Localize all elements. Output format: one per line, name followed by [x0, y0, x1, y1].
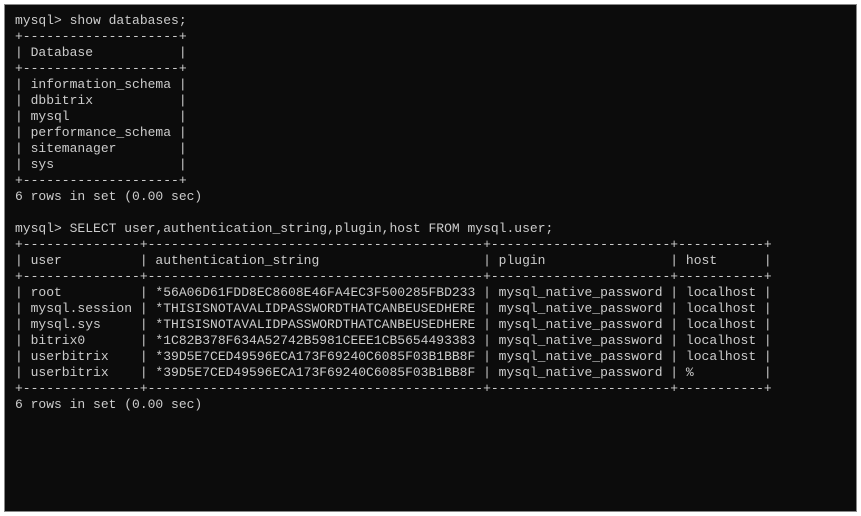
table2-row: | mysql.session | *THISISNOTAVALIDPASSWO… [15, 301, 846, 317]
table1-row: | information_schema | [15, 77, 846, 93]
table2-row: | userbitrix | *39D5E7CED49596ECA173F692… [15, 365, 846, 381]
table2-row: | mysql.sys | *THISISNOTAVALIDPASSWORDTH… [15, 317, 846, 333]
prompt-line-2: mysql> SELECT user,authentication_string… [15, 221, 846, 237]
table2-row: | userbitrix | *39D5E7CED49596ECA173F692… [15, 349, 846, 365]
table1-sep-top: +--------------------+ [15, 29, 846, 45]
table2-sep-bot: +---------------+-----------------------… [15, 381, 846, 397]
table1-sep-mid: +--------------------+ [15, 61, 846, 77]
mysql-prompt: mysql> [15, 13, 62, 28]
table1-row: | dbbitrix | [15, 93, 846, 109]
command-2: SELECT user,authentication_string,plugin… [70, 221, 554, 236]
result-1: 6 rows in set (0.00 sec) [15, 189, 846, 205]
mysql-prompt: mysql> [15, 221, 62, 236]
table1-row: | performance_schema | [15, 125, 846, 141]
table2-header: | user | authentication_string | plugin … [15, 253, 846, 269]
table2-sep-top: +---------------+-----------------------… [15, 237, 846, 253]
table1-sep-bot: +--------------------+ [15, 173, 846, 189]
table2-row: | root | *56A06D61FDD8EC8608E46FA4EC3F50… [15, 285, 846, 301]
command-1: show databases; [70, 13, 187, 28]
table1-row: | mysql | [15, 109, 846, 125]
table2-sep-mid: +---------------+-----------------------… [15, 269, 846, 285]
table1-header: | Database | [15, 45, 846, 61]
table1-row: | sitemanager | [15, 141, 846, 157]
blank-line [15, 205, 846, 221]
table2-row: | bitrix0 | *1C82B378F634A52742B5981CEEE… [15, 333, 846, 349]
table1-row: | sys | [15, 157, 846, 173]
terminal-window[interactable]: mysql> show databases;+-----------------… [4, 4, 857, 512]
result-2: 6 rows in set (0.00 sec) [15, 397, 846, 413]
prompt-line-1: mysql> show databases; [15, 13, 846, 29]
